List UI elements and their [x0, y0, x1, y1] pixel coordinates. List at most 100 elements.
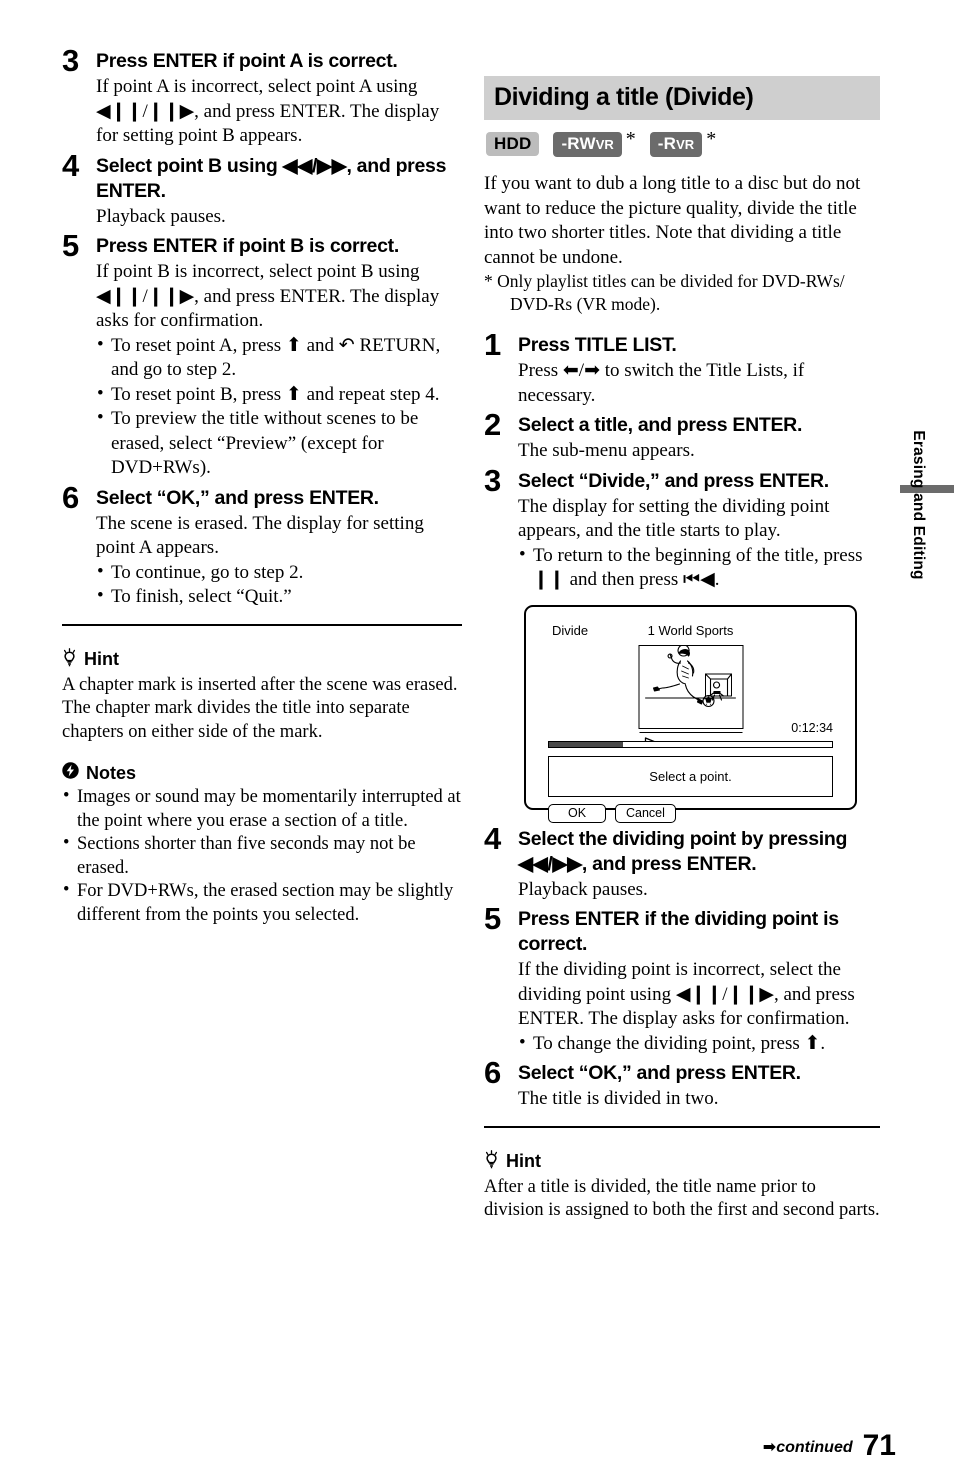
step-content: Select “OK,” and press ENTER. The scene … [96, 483, 462, 610]
footnote-line-1: * Only playlist titles can be divided fo… [484, 271, 845, 291]
badge-hdd-label: HDD [494, 134, 532, 153]
footnote-asterisk: * [706, 128, 717, 150]
divide-screen-illustration: Divide 1 World Sports 0:12:34 Select a p… [524, 604, 857, 823]
right-column: Dividing a title (Divide) HDD -RWVR * -R… [484, 76, 880, 1223]
step-number: 3 [62, 43, 79, 78]
section-heading-band: Dividing a title (Divide) [484, 76, 880, 120]
step-item: 1 Press TITLE LIST. Press ⬅/➡ to switch … [484, 327, 880, 408]
step-description: The scene is erased. The display for set… [96, 512, 424, 559]
step-bullet: To finish, select “Quit.” [96, 584, 462, 610]
step-content: Select “OK,” and press ENTER. The title … [518, 1058, 880, 1112]
step-item: 6 Select “OK,” and press ENTER. The titl… [484, 1057, 880, 1112]
badge-r-label: -R [657, 134, 677, 153]
step-title: Select “Divide,” and press ENTER. [518, 469, 829, 492]
notes-callout: Notes Images or sound may be momentarily… [62, 762, 462, 927]
page-footer: ➡continued 71 [763, 1431, 896, 1461]
step-number: 4 [62, 147, 79, 183]
progress-bar[interactable] [548, 740, 833, 748]
hint-callout: Hint A chapter mark is inserted after th… [62, 647, 462, 745]
step-bullet: To reset point B, press ⬆ and repeat ste… [96, 382, 462, 408]
right-arrow-icon: ➡ [762, 1437, 777, 1456]
step-description: Playback pauses. [96, 205, 226, 227]
step-content: Press ENTER if point A is correct. If po… [96, 46, 462, 149]
step-description: The display for setting the dividing poi… [518, 495, 830, 542]
step-number: 2 [484, 407, 501, 442]
screen-message-box: Select a point. [548, 755, 833, 797]
step-number: 5 [62, 228, 79, 263]
footnote-asterisk: * [625, 128, 636, 150]
intro-paragraph: If you want to dub a long title to a dis… [484, 173, 861, 268]
step-item: 5 Press ENTER if the dividing point is c… [484, 903, 880, 1057]
badge-rw-vr: -RWVR [553, 132, 622, 157]
lightbulb-icon [62, 647, 77, 672]
step-title: Select the dividing point by pressing ◀◀… [518, 827, 848, 875]
step-bullet: To change the dividing point, press ⬆. [518, 1031, 880, 1057]
divider [484, 1125, 880, 1128]
notes-label: Notes [86, 762, 137, 783]
step-item: 3 Press ENTER if point A is correct. If … [62, 43, 462, 149]
step-item: 2 Select a title, and press ENTER. The s… [484, 407, 880, 464]
hint-text: A chapter mark is inserted after the sce… [62, 674, 458, 742]
hint-heading: Hint [484, 1149, 880, 1174]
step-bullet: To return to the beginning of the title,… [518, 543, 880, 593]
step-bullet-list: To change the dividing point, press ⬆. [518, 1031, 880, 1057]
step-content: Press TITLE LIST. Press ⬅/➡ to switch th… [518, 330, 880, 408]
hint-label: Hint [506, 1151, 541, 1171]
step-number: 6 [62, 479, 79, 515]
note-item: For DVD+RWs, the erased section may be s… [62, 879, 462, 927]
page-number: 71 [862, 1429, 896, 1462]
step-number: 1 [484, 327, 501, 362]
step-title: Select a title, and press ENTER. [518, 414, 803, 436]
screen-button-row: OK Cancel [548, 803, 839, 823]
divider [62, 623, 462, 626]
left-column: 3 Press ENTER if point A is correct. If … [62, 43, 462, 927]
step-content: Select “Divide,” and press ENTER. The di… [518, 466, 880, 593]
screen-message-text: Select a point. [649, 768, 732, 784]
step-title: Select point B using ◀◀/▶▶, and press EN… [96, 154, 447, 202]
continued-marker: ➡continued [763, 1437, 853, 1461]
step-description: Press ⬅/➡ to switch the Title Lists, if … [518, 360, 805, 406]
manual-page: 3 Press ENTER if point A is correct. If … [0, 0, 954, 1483]
step-content: Select point B using ◀◀/▶▶, and press EN… [96, 151, 462, 230]
note-item: Sections shorter than five seconds may n… [62, 832, 462, 880]
cancel-button[interactable]: Cancel [615, 803, 676, 823]
badge-hdd: HDD [486, 132, 540, 156]
step-content: Press ENTER if point B is correct. If po… [96, 231, 462, 481]
side-tab-label: Erasing and Editing [910, 430, 927, 580]
step-bullet-list: To reset point A, press ⬆ and ↶ RETURN, … [96, 333, 462, 481]
step-item: 6 Select “OK,” and press ENTER. The scen… [62, 479, 462, 610]
progress-bar-fill [549, 741, 623, 747]
continued-label: continued [776, 1439, 853, 1456]
step-item: 4 Select point B using ◀◀/▶▶, and press … [62, 147, 462, 230]
badge-rw-suffix: VR [595, 137, 614, 152]
step-bullet: To reset point A, press ⬆ and ↶ RETURN, … [96, 333, 462, 383]
step-title: Select “OK,” and press ENTER. [96, 486, 379, 509]
playback-time: 0:12:34 [791, 720, 833, 735]
footnote-line-2: DVD-Rs (VR mode). [510, 294, 661, 314]
step-description: If the dividing point is incorrect, sele… [518, 959, 855, 1029]
step-item: 4 Select the dividing point by pressing … [484, 823, 880, 903]
notes-heading: Notes [62, 762, 462, 784]
step-bullet: To continue, go to step 2. [96, 560, 462, 586]
notes-list: Images or sound may be momentarily inter… [62, 785, 462, 927]
step-item: 3 Select “Divide,” and press ENTER. The … [484, 465, 880, 593]
step-description: If point B is incorrect, select point B … [96, 261, 440, 331]
step-content: Select a title, and press ENTER. The sub… [518, 410, 880, 464]
screen-title-label: 1 World Sports [647, 622, 734, 638]
step-description: Playback pauses. [518, 878, 648, 900]
hint-label: Hint [84, 649, 119, 669]
step-item: 5 Press ENTER if point B is correct. If … [62, 228, 462, 481]
page-title: Dividing a title (Divide) [494, 83, 754, 111]
step-bullet-list: To continue, go to step 2. To finish, se… [96, 560, 462, 610]
step-content: Select the dividing point by pressing ◀◀… [518, 824, 880, 903]
step-description: If point A is incorrect, select point A … [96, 76, 440, 146]
hint-heading: Hint [62, 647, 462, 672]
ok-button[interactable]: OK [548, 803, 606, 823]
step-bullet: To preview the title without scenes to b… [96, 406, 462, 481]
lightning-circle-icon [62, 762, 79, 784]
step-description: The sub-menu appears. [518, 440, 695, 461]
soccer-player-illustration [644, 643, 736, 707]
lightbulb-icon [484, 1149, 499, 1174]
step-description: The title is divided in two. [518, 1088, 719, 1109]
step-bullet-list: To return to the beginning of the title,… [518, 543, 880, 593]
